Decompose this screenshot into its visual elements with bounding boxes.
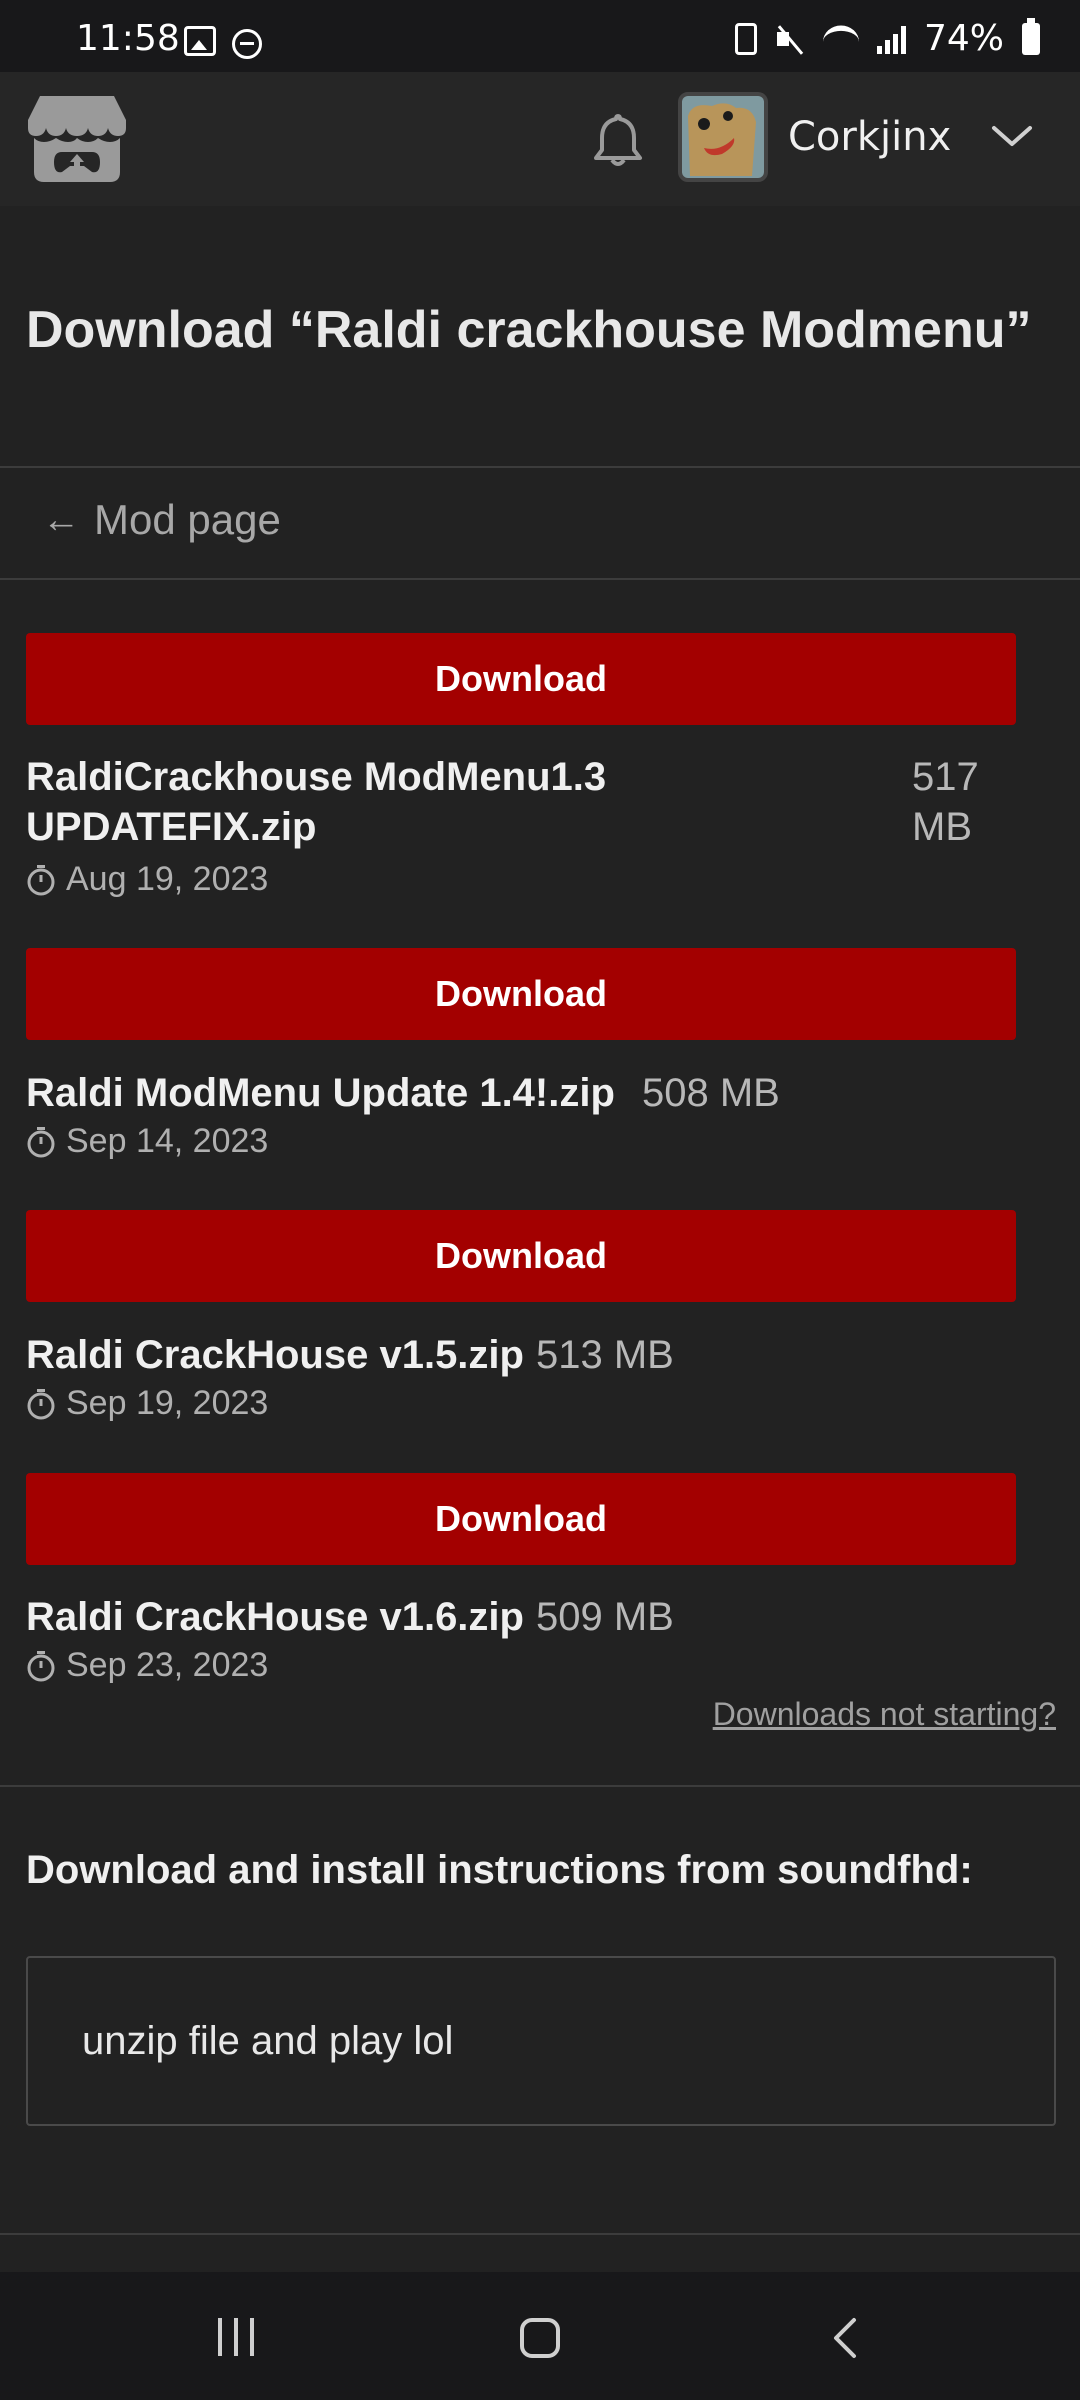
file-name: Raldi ModMenu Update 1.4!.zip: [26, 1071, 615, 1115]
divider: [0, 1785, 1080, 1787]
instructions-title: Download and install instructions from s…: [26, 1848, 973, 1892]
notification-bell-icon[interactable]: [592, 112, 644, 168]
instructions-box: unzip file and play lol: [26, 1956, 1056, 2126]
upload-date-text: Aug 19, 2023: [66, 860, 269, 898]
divider: [0, 2233, 1080, 2235]
upload-date: Sep 19, 2023: [26, 1384, 268, 1423]
upload-date-text: Sep 14, 2023: [66, 1122, 269, 1160]
status-time: 11:58: [76, 18, 180, 59]
upload-date-text: Sep 19, 2023: [66, 1384, 269, 1422]
left-arrow-icon: ←: [42, 498, 80, 541]
file-name-line: UPDATEFIX.zip: [26, 805, 317, 849]
itchio-logo-icon[interactable]: [26, 92, 128, 186]
gallery-notification-icon: [184, 26, 216, 56]
upload-date-text: Sep 23, 2023: [66, 1646, 269, 1684]
mod-page-link[interactable]: ← Mod page: [42, 496, 281, 544]
file-name: Raldi CrackHouse v1.6.zip: [26, 1595, 524, 1639]
upload-date: Aug 19, 2023: [26, 860, 268, 899]
system-nav-bar: [0, 2272, 1080, 2400]
clock-icon: [27, 1126, 55, 1157]
chevron-down-icon[interactable]: [990, 122, 1034, 152]
recent-apps-icon[interactable]: [218, 2318, 254, 2356]
battery-saver-icon: [734, 22, 757, 55]
download-button[interactable]: Download: [26, 1473, 1016, 1565]
signal-icon: [876, 24, 906, 54]
mod-page-link-label: Mod page: [94, 496, 281, 543]
mute-icon: [775, 24, 805, 54]
battery-percent: 74%: [923, 18, 1004, 59]
file-name-line: RaldiCrackhouse ModMenu1.3: [26, 755, 607, 799]
clock-icon: [27, 1388, 55, 1419]
file-size: 517 MB: [912, 752, 979, 852]
clock-icon: [27, 864, 55, 895]
file-name: Raldi CrackHouse v1.5.zip: [26, 1333, 524, 1377]
status-indicators: 74%: [734, 17, 1040, 59]
downloads-not-starting-link[interactable]: Downloads not starting?: [713, 1696, 1056, 1733]
home-icon[interactable]: [520, 2318, 560, 2358]
file-size: 508 MB: [642, 1071, 780, 1115]
battery-icon: [1022, 17, 1040, 55]
upload-date: Sep 23, 2023: [26, 1646, 268, 1685]
divider: [0, 466, 1080, 468]
divider: [0, 578, 1080, 580]
upload-date: Sep 14, 2023: [26, 1122, 268, 1161]
file-size: 509 MB: [536, 1595, 674, 1639]
do-not-disturb-icon: [232, 29, 262, 59]
file-size: 513 MB: [536, 1333, 674, 1377]
instructions-text: unzip file and play lol: [82, 2018, 454, 2063]
file-name: RaldiCrackhouse ModMenu1.3 UPDATEFIX.zip: [26, 752, 606, 852]
user-avatar[interactable]: [678, 92, 768, 182]
back-icon[interactable]: [826, 2316, 866, 2360]
site-header: Corkjinx: [0, 72, 1080, 206]
avatar-image: [682, 96, 764, 178]
file-size-line: 517: [912, 755, 979, 799]
download-button[interactable]: Download: [26, 948, 1016, 1040]
wifi-icon: [822, 25, 859, 52]
download-button[interactable]: Download: [26, 1210, 1016, 1302]
file-size-line: MB: [912, 805, 972, 849]
download-button[interactable]: Download: [26, 633, 1016, 725]
status-bar: 11:58 74%: [0, 0, 1080, 72]
page-title: Download “Raldi crackhouse Modmenu”: [26, 301, 1032, 359]
clock-icon: [27, 1650, 55, 1681]
username[interactable]: Corkjinx: [788, 114, 951, 160]
